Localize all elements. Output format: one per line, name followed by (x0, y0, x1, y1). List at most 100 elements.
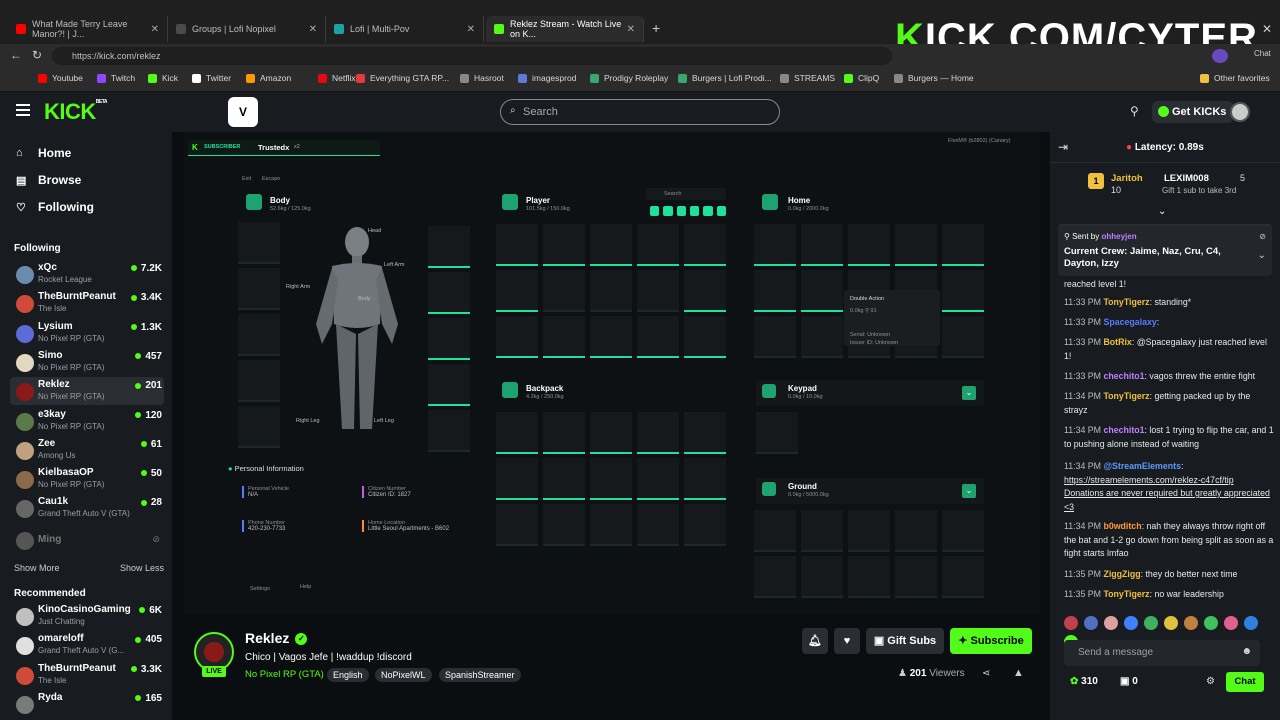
url-input[interactable]: https://kick.com/reklez (52, 47, 892, 65)
bookmark-item[interactable]: Youtube (38, 73, 83, 83)
gift-subs-button[interactable]: ▣ Gift Subs (866, 628, 944, 654)
close-tab-icon[interactable]: ✕ (309, 24, 317, 35)
bookmark-item[interactable]: Netflix (318, 73, 356, 83)
browser-tab-3[interactable]: Lofi | Multi-Pov ✕ (326, 16, 484, 42)
back-icon[interactable]: ← (10, 48, 22, 62)
user-avatar[interactable] (1230, 102, 1250, 122)
sidebar-item-channel[interactable]: xQc Rocket League 7.2K (10, 260, 164, 288)
channel-name[interactable]: Reklez ✓ (245, 630, 308, 646)
sidebar-item-channel[interactable]: Lysium No Pixel RP (GTA) 1.3K (10, 319, 164, 347)
settings-gear-icon[interactable]: ⚙ (1206, 676, 1215, 687)
nav-home[interactable]: ⌂ Home (16, 146, 71, 160)
bookmark-item[interactable]: Hasroot (460, 73, 504, 83)
chat-browser-button[interactable]: Chat (1254, 49, 1271, 58)
emote-8[interactable] (1204, 616, 1218, 630)
close-tab-icon[interactable]: ✕ (151, 24, 159, 35)
bookmark-item[interactable]: Twitch (97, 73, 135, 83)
pinned-text: Current Crew: Jaime, Naz, Cru, C4, Dayto… (1064, 246, 1221, 269)
bookmark-favicon-icon (38, 73, 47, 83)
profile-avatar[interactable] (1212, 49, 1228, 63)
chevron-down-icon[interactable]: ⌄ (1158, 206, 1166, 217)
sidebar-item-channel[interactable]: e3kay No Pixel RP (GTA) 120 (10, 407, 164, 435)
sidebar-item-channel[interactable]: KielbasaOP No Pixel RP (GTA) 50 (10, 465, 164, 493)
chat-input[interactable]: Send a message ☻ (1064, 640, 1260, 666)
search-input[interactable]: ⌕ Search (500, 99, 780, 125)
browser-tab-4-active[interactable]: Reklez Stream - Watch Live on K... ✕ (486, 16, 644, 42)
emote-7[interactable] (1184, 616, 1198, 630)
inventory-slot (543, 224, 585, 266)
emote-5[interactable] (1144, 616, 1158, 630)
share-icon[interactable]: ⋖ (982, 668, 990, 679)
emote-3[interactable] (1104, 616, 1118, 630)
channel-name: KielbasaOP (38, 467, 94, 479)
sidebar-item-channel[interactable]: Cau1k Grand Theft Auto V (GTA) 28 (10, 494, 164, 522)
emote-4[interactable] (1124, 616, 1138, 630)
tag-english[interactable]: English (327, 668, 369, 682)
sidebar-item-channel[interactable]: Reklez No Pixel RP (GTA) 201 (10, 377, 164, 406)
channel-name: KinoCasinoGaming (38, 604, 131, 615)
stream-category[interactable]: No Pixel RP (GTA) (245, 669, 324, 680)
viewer-count: 405 (135, 634, 162, 645)
tag-nopixelwl[interactable]: NoPixelWL (375, 668, 432, 682)
emote-2[interactable] (1084, 616, 1098, 630)
nav-browse[interactable]: ▤ Browse (16, 173, 81, 187)
subscribe-button[interactable]: ✦ Subscribe (950, 628, 1032, 654)
bookmark-item[interactable]: Burgers — Home (894, 73, 974, 83)
notification-icon[interactable]: ⚲ (1130, 104, 1139, 118)
bookmark-item[interactable]: Burgers | Lofi Prodi... (678, 73, 772, 83)
show-more-button[interactable]: Show More (14, 563, 60, 573)
ground-icon (762, 482, 776, 496)
chevron-down-icon[interactable]: ⌄ (1258, 250, 1266, 261)
browser-tab-1[interactable]: What Made Terry Leave Manor?! | J... ✕ (8, 16, 168, 42)
refresh-icon[interactable]: ↻ (32, 48, 42, 62)
bookmark-item[interactable]: Prodigy Roleplay (590, 73, 668, 83)
bookmark-item[interactable]: Amazon (246, 73, 291, 83)
new-tab-icon[interactable]: + (652, 20, 660, 36)
bookmark-item[interactable]: Twitter (192, 73, 231, 83)
follow-heart-icon[interactable]: ♥ (834, 628, 860, 654)
close-window-icon[interactable]: ✕ (1262, 22, 1272, 36)
chat-send-button[interactable]: Chat (1226, 672, 1264, 692)
stream-info: LIVE Reklez ✓ Chico | Vagos Jefe | !waddu… (184, 614, 1040, 720)
storage-slot (754, 316, 796, 358)
partner-icon[interactable]: V (228, 97, 258, 127)
gift-balance[interactable]: ▣ 0 (1120, 676, 1138, 687)
emote-6[interactable] (1164, 616, 1178, 630)
emoji-icon[interactable]: ☻ (1241, 646, 1252, 657)
bookmark-item[interactable]: Everything GTA RP... (356, 73, 449, 83)
unpin-icon[interactable]: ⊘ (1259, 232, 1266, 241)
bell-icon[interactable]: 🔔︎ (802, 628, 828, 654)
report-icon[interactable]: ▲ (1013, 667, 1024, 679)
emote-9[interactable] (1224, 616, 1238, 630)
sidebar-item-channel[interactable]: TheBurntPeanut The Isle 3.4K (10, 289, 164, 317)
sidebar-item-channel[interactable]: Ryda 165 (10, 690, 164, 718)
kicks-balance[interactable]: ✿ 310 (1070, 676, 1098, 687)
collapse-chat-icon[interactable]: ⇥ (1058, 140, 1068, 154)
sidebar-item-channel[interactable]: Simo No Pixel RP (GTA) 457 (10, 348, 164, 376)
video-player[interactable]: K SUBSCRIBER Trustedx x2 FiveM® (b2802) … (184, 132, 1040, 614)
sidebar-item-channel[interactable]: TheBurntPeanut The Isle 3.3K (10, 661, 164, 689)
bookmark-item[interactable]: Other favorites (1200, 73, 1270, 83)
close-tab-icon[interactable]: ✕ (467, 24, 475, 35)
sidebar-item-offline[interactable]: Ming ⊘ (10, 526, 164, 554)
tag-spanishstreamer[interactable]: SpanishStreamer (439, 668, 521, 682)
close-tab-icon[interactable]: ✕ (627, 24, 635, 35)
nav-following[interactable]: ♡ Following (16, 200, 94, 214)
kick-logo[interactable]: KICKBETA (44, 99, 108, 125)
emote-1[interactable] (1064, 616, 1078, 630)
verified-icon: ✓ (295, 633, 308, 646)
backpack-slot (496, 458, 538, 500)
bookmark-item[interactable]: Kick (148, 73, 178, 83)
body-slot (238, 360, 280, 402)
browser-tab-2[interactable]: Groups | Lofi Nopixel ✕ (168, 16, 326, 42)
sidebar-item-channel[interactable]: Zee Among Us 61 (10, 436, 164, 464)
menu-icon[interactable] (16, 104, 30, 116)
get-kicks-button[interactable]: Get KICKs (1152, 101, 1235, 123)
bookmark-item[interactable]: imagesprod (518, 73, 576, 83)
bookmark-item[interactable]: STREAMS (780, 73, 835, 83)
bookmark-item[interactable]: ClipQ (844, 73, 879, 83)
show-less-button[interactable]: Show Less (120, 563, 164, 573)
emote-10[interactable] (1244, 616, 1258, 630)
sidebar-item-channel[interactable]: KinoCasinoGaming Just Chatting 6K (10, 602, 164, 630)
sidebar-item-channel[interactable]: omareloff Grand Theft Auto V (G... 405 (10, 631, 164, 659)
